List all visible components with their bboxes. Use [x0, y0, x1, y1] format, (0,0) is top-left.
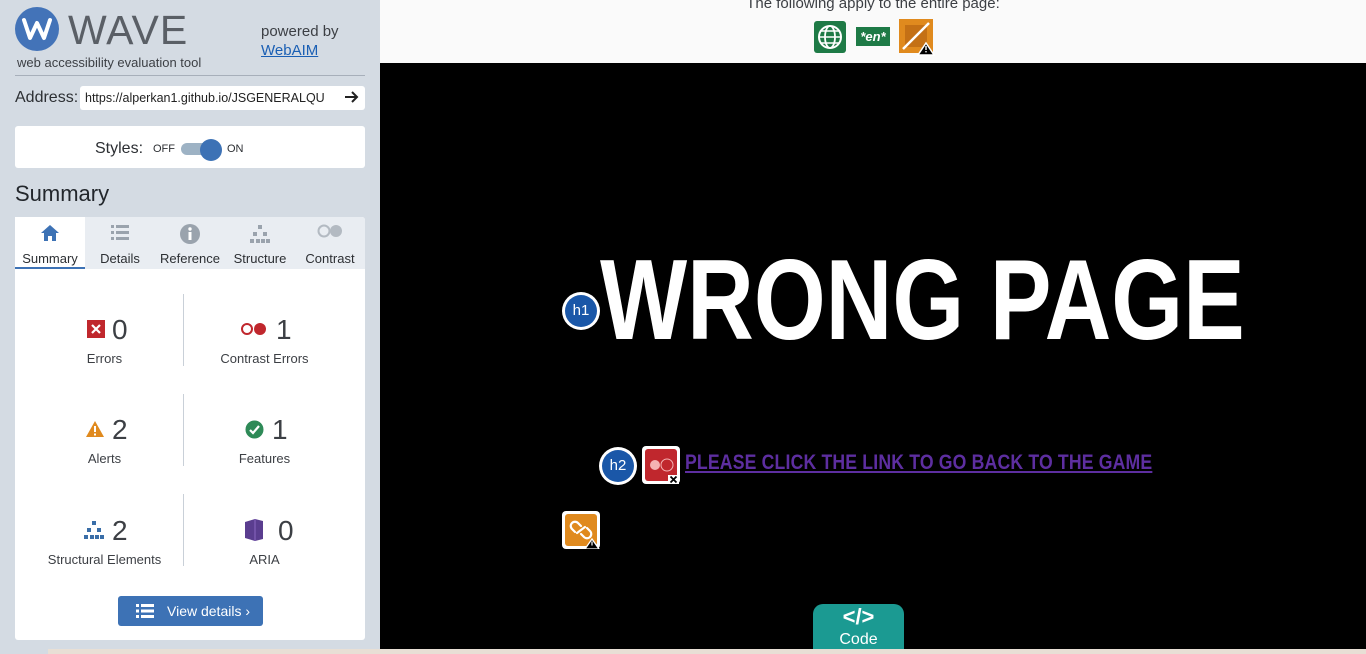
toggle-off-label: OFF	[153, 143, 175, 155]
contrast-icon	[317, 224, 343, 241]
view-details-button[interactable]: View details ›	[118, 596, 263, 626]
h1-badge-label: h1	[565, 295, 597, 327]
alerts-label: Alerts	[87, 451, 122, 466]
link-alert-badge[interactable]	[562, 511, 601, 550]
styles-toggle-knob[interactable]	[200, 139, 222, 161]
page-heading: WRONG PAGE	[600, 237, 1245, 364]
list-icon	[136, 603, 154, 622]
address-value[interactable]: https://alperkan1.github.io/JSGENERALQU	[85, 91, 338, 105]
list-icon	[110, 224, 130, 245]
tab-structure[interactable]: Structure	[225, 217, 295, 269]
contrast-error-badge[interactable]	[642, 446, 680, 484]
address-label: Address:	[15, 89, 79, 106]
info-icon	[180, 224, 200, 247]
webaim-link[interactable]: WebAIM	[261, 41, 339, 60]
toggle-on-label: ON	[227, 143, 244, 155]
structural-label: Structural Elements	[47, 552, 162, 567]
tab-label: Reference	[160, 251, 220, 266]
features-label: Features	[238, 451, 291, 466]
back-to-game-link[interactable]: PLEASE CLICK THE LINK TO GO BACK TO THE …	[685, 451, 1152, 475]
link-alert-icon	[565, 514, 601, 550]
errors-count: 0	[112, 314, 128, 345]
aria-icon	[243, 518, 265, 547]
feature-icon	[245, 420, 264, 444]
tab-label: Contrast	[305, 251, 355, 266]
summary-heading: Summary	[15, 181, 110, 206]
missing-title-alert-icon[interactable]	[898, 18, 936, 56]
bottom-scroll-strip	[48, 649, 1366, 654]
entire-page-text: The following apply to the entire page:	[746, 0, 1000, 12]
tab-label: Summary	[22, 251, 78, 266]
divider	[15, 75, 365, 76]
summary-panel: Summary Details Reference Structure Cont…	[15, 217, 365, 640]
brand-tagline: web accessibility evaluation tool	[17, 55, 202, 70]
structural-count: 2	[112, 515, 128, 546]
styles-toggle-panel: Styles: OFF ON	[15, 126, 365, 168]
tab-reference[interactable]: Reference	[155, 217, 225, 269]
contrast-error-icon	[645, 449, 679, 484]
aria-count: 0	[278, 515, 294, 546]
structure-icon	[83, 520, 105, 545]
tab-label: Structure	[233, 251, 287, 266]
aria-label: ARIA	[249, 552, 280, 567]
code-label: Code	[839, 631, 878, 648]
features-count: 1	[272, 414, 288, 445]
brand-title: WAVE	[68, 7, 189, 53]
powered-by: powered by WebAIM	[261, 22, 339, 60]
code-icon: </>	[842, 604, 875, 629]
contrast-errors-label: Contrast Errors	[220, 351, 309, 366]
error-icon	[87, 320, 105, 343]
h1-badge[interactable]: h1	[562, 292, 600, 330]
powered-by-text: powered by	[261, 23, 339, 40]
alerts-count: 2	[112, 414, 128, 445]
hierarchy-icon	[249, 224, 271, 247]
tab-label: Details	[100, 251, 140, 266]
home-icon	[40, 224, 60, 245]
page-level-bar: The following apply to the entire page: …	[380, 0, 1366, 63]
errors-label: Errors	[86, 351, 123, 366]
language-badge[interactable]: *en*	[856, 27, 890, 46]
wave-sidebar: WAVE web accessibility evaluation tool p…	[0, 0, 380, 654]
page-preview: h1 WRONG PAGE h2 PLEASE CLICK THE LINK T…	[380, 63, 1366, 654]
view-details-label: View details ›	[167, 603, 251, 619]
styles-label: Styles:	[95, 140, 144, 157]
tab-contrast[interactable]: Contrast	[295, 217, 365, 269]
panel-tabs: Summary Details Reference Structure Cont…	[15, 217, 365, 269]
tab-details[interactable]: Details	[85, 217, 155, 269]
h2-badge-label: h2	[602, 450, 634, 482]
h2-badge[interactable]: h2	[599, 447, 637, 485]
address-input[interactable]: https://alperkan1.github.io/JSGENERALQU	[80, 86, 365, 110]
code-toggle-button[interactable]: </> Code	[813, 604, 904, 654]
go-arrow-icon[interactable]	[343, 89, 359, 110]
tab-summary[interactable]: Summary	[15, 217, 85, 269]
language-globe-icon[interactable]	[814, 21, 846, 53]
contrast-error-icon	[240, 322, 268, 341]
wave-logo-icon	[15, 7, 59, 51]
alert-icon	[85, 420, 105, 443]
contrast-errors-count: 1	[276, 314, 292, 345]
